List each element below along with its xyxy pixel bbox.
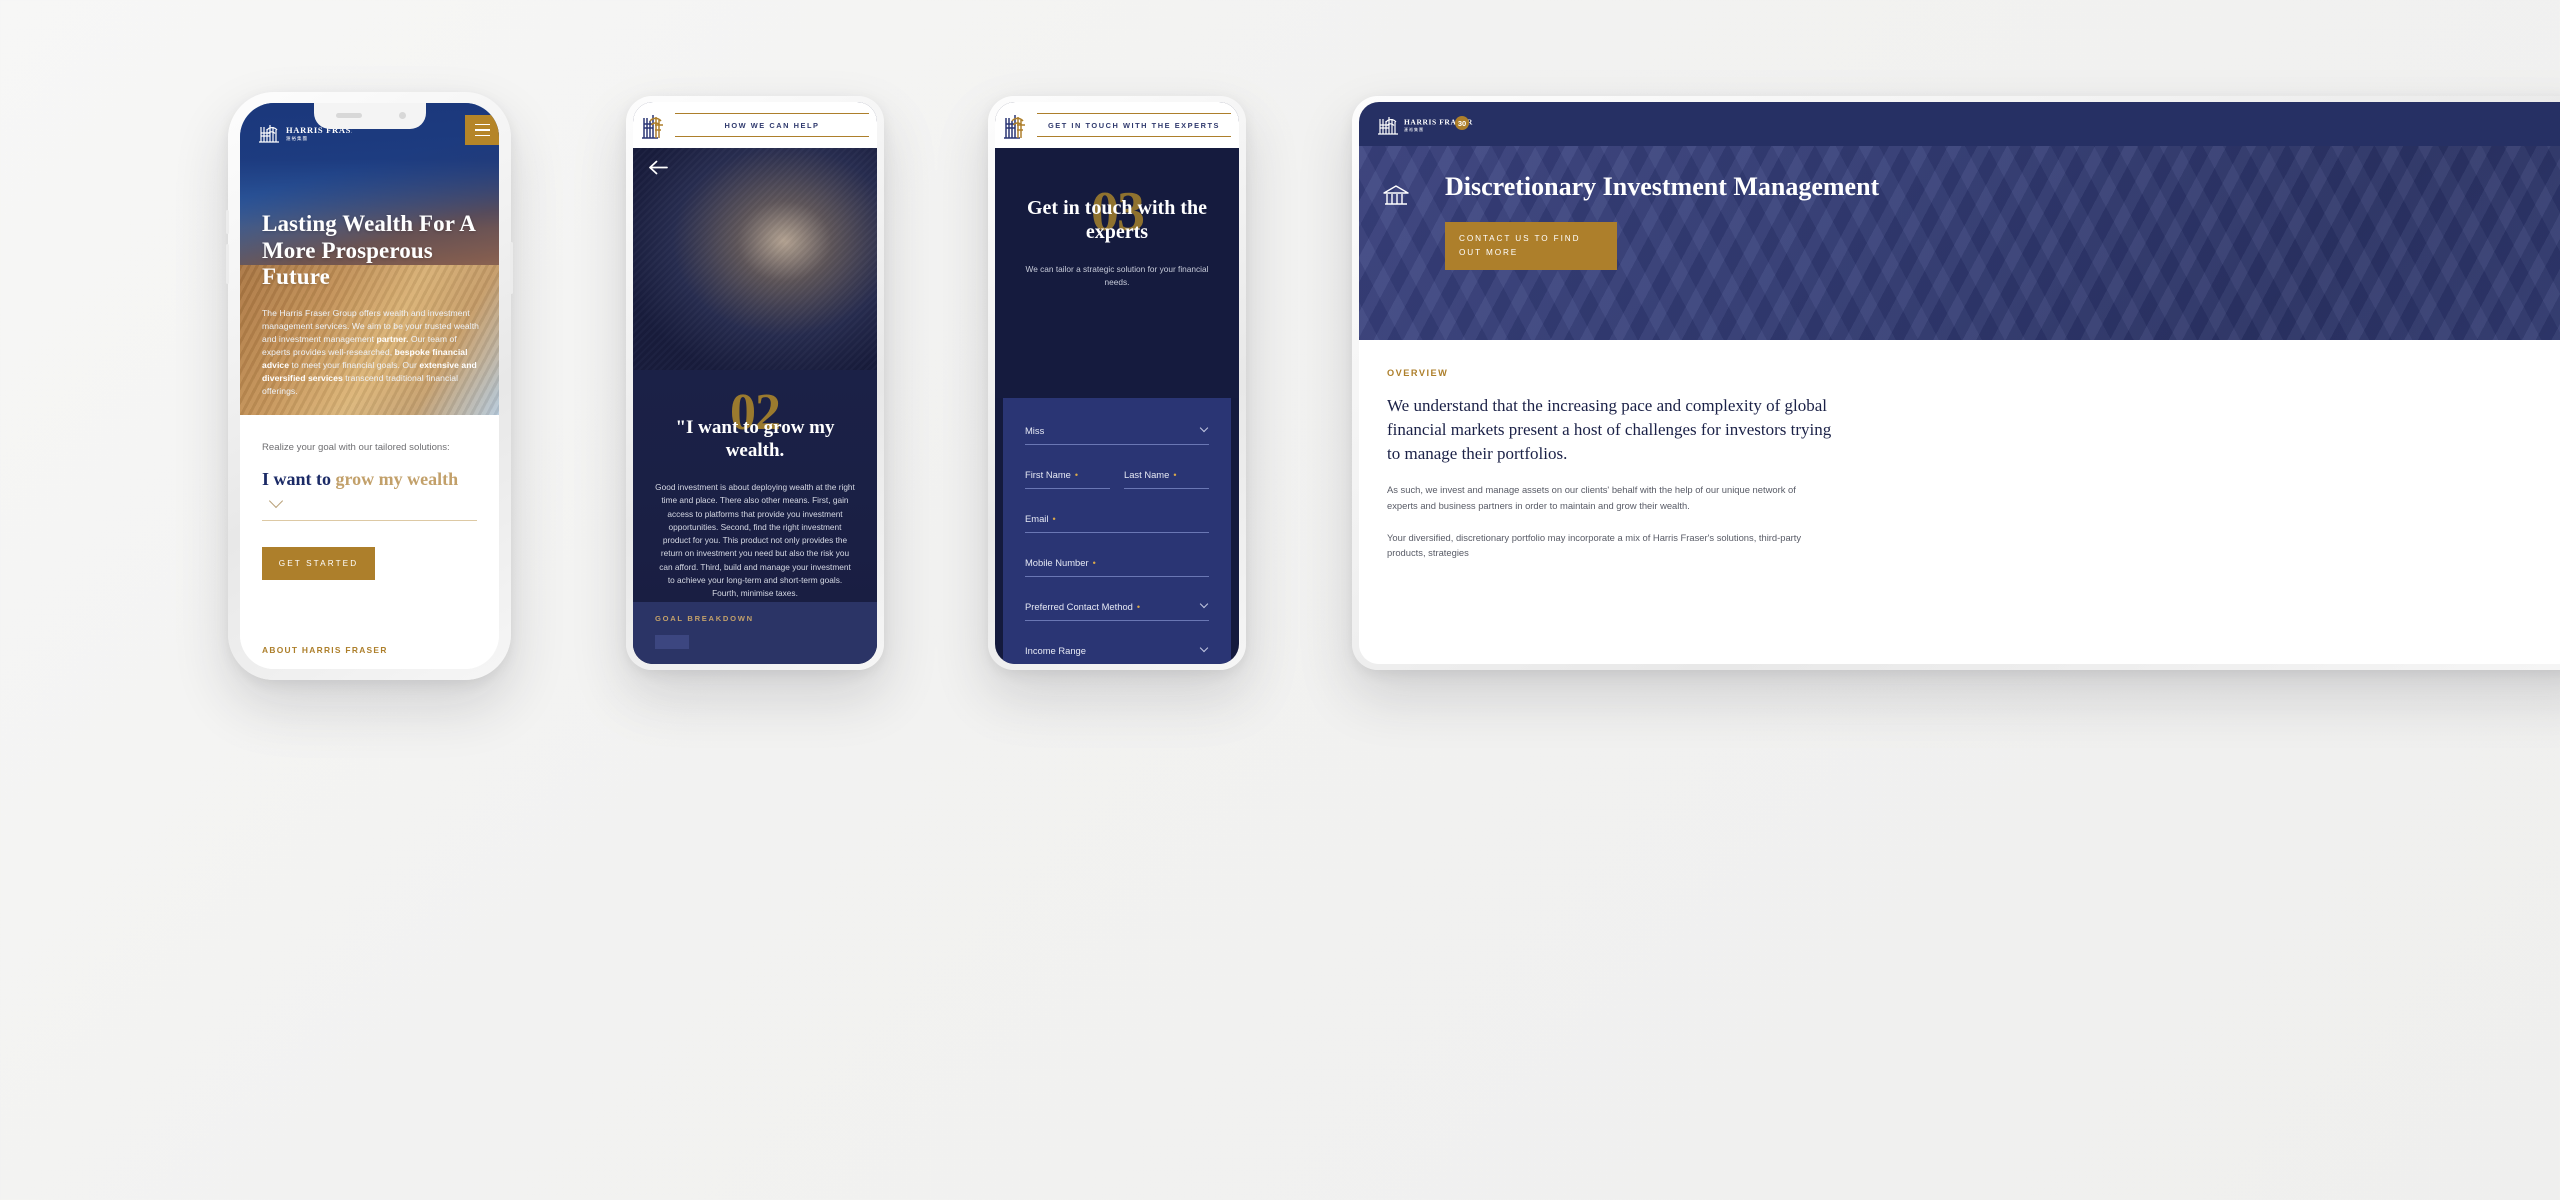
goal-breakdown-bar [655,635,689,649]
goal-choice[interactable]: I want to grow my wealth [262,469,477,490]
anniversary-badge: 30 [1458,119,1466,128]
phone-notch [313,103,426,129]
svg-text:滙裕集團: 滙裕集團 [286,135,308,142]
first-name-field[interactable]: First Name • [1025,466,1110,489]
harris-fraser-logo[interactable] [641,110,667,140]
service-title: Discretionary Investment Management [1445,172,1880,201]
chevron-down-icon[interactable] [268,493,284,508]
chevron-down-icon [1199,643,1209,653]
top-navigation-bar: HARRIS FRASER 滙裕集團 30 [1359,102,2560,146]
overview-paragraph-1: As such, we invest and manage assets on … [1387,484,1796,511]
page-header-bar: HOW WE CAN HELP [633,102,877,148]
arrow-left-icon[interactable] [649,160,668,180]
goal-selector-card: Realize your goal with our tailored solu… [240,415,499,669]
goal-quote: "I want to grow my wealth. [675,417,835,462]
hamburger-line [474,129,490,131]
service-hero: Discretionary Investment Management CONT… [1359,146,2560,340]
goal-choice-prefix: I want to [262,468,332,489]
overview-label: OVERVIEW [1387,368,1449,378]
phone-mockup-contact: GET IN TOUCH WITH THE EXPERTS 03 Get in … [988,96,1246,670]
contact-form: Miss First Name • Last Name • Email • Mo… [1003,398,1231,664]
goal-label: Realize your goal with our tailored solu… [262,442,450,453]
required-marker: • [1074,469,1078,480]
overview-lead: We understand that the increasing pace a… [1387,396,1832,464]
chevron-down-icon [1199,423,1209,433]
phone-mockup-service: HARRIS FRASER 滙裕集團 30 Discretionary Inve… [1352,96,2560,670]
field-label: Mobile Number [1025,557,1089,568]
goal-breakdown-section[interactable]: GOAL BREAKDOWN [633,602,877,664]
harris-fraser-logo[interactable]: HARRIS FRASER 滙裕集團 30 [1373,112,1477,136]
phone3-screen: GET IN TOUCH WITH THE EXPERTS 03 Get in … [995,102,1239,664]
overview-section: OVERVIEW We understand that the increasi… [1359,340,2560,664]
header-label: HOW WE CAN HELP [724,120,820,130]
get-started-button[interactable]: GET STARTED [262,546,375,580]
harris-fraser-logo[interactable] [1003,110,1029,140]
svg-text:滙裕集團: 滙裕集團 [1404,126,1424,132]
hero-text-block: Lasting Wealth For A More Prosperous Fut… [262,211,479,398]
phone2-screen: HOW WE CAN HELP 02 "I want to grow my we… [633,102,877,664]
header-label-frame: HOW WE CAN HELP [675,112,869,138]
chevron-down-icon [1199,599,1209,609]
phone-mockup-goal: HOW WE CAN HELP 02 "I want to grow my we… [626,96,884,670]
hero-paragraph: The Harris Fraser Group offers wealth an… [262,308,479,397]
goal-description: Good investment is about deploying wealt… [655,482,855,599]
required-marker: • [1173,469,1177,480]
contact-hero: 03 Get in touch with the experts We can … [995,148,1239,398]
page-title: Lasting Wealth For A More Prosperous Fut… [262,211,475,290]
hamburger-line [474,123,490,126]
divider [262,519,477,521]
last-name-field[interactable]: Last Name • [1124,466,1209,489]
about-harris-fraser-link[interactable]: ABOUT HARRIS FRASER [262,645,388,655]
volume-up-button[interactable] [226,210,229,234]
required-marker: • [1092,557,1096,568]
phone4-screen: HARRIS FRASER 滙裕集團 30 Discretionary Inve… [1359,102,2560,664]
field-label: Email [1025,513,1049,524]
hamburger-line [474,134,490,137]
required-marker: • [1136,601,1141,612]
field-label: First Name [1025,469,1071,480]
contact-title: Get in touch with the experts [1027,197,1207,244]
hamburger-menu-button[interactable] [465,115,499,145]
required-marker: • [1052,513,1056,524]
hero-photo [633,148,877,370]
header-rule-bottom [1037,136,1231,138]
income-range-select[interactable]: Income Range [1025,642,1209,664]
overview-paragraph-2: Your diversified, discretionary portfoli… [1387,531,1802,559]
name-row: First Name • Last Name • [1025,466,1209,510]
volume-down-button[interactable] [226,244,229,284]
bank-building-icon [1383,184,1409,211]
emphasis-text: extensive and diversified services [262,360,477,384]
field-label: Last Name [1124,469,1170,480]
header-label: GET IN TOUCH WITH THE EXPERTS [1047,120,1221,130]
header-label-frame: GET IN TOUCH WITH THE EXPERTS [1037,112,1231,138]
header-rule-bottom [675,136,869,138]
phone1-screen: HARRIS FRASER 滙裕集團 Lasting Wealth For A … [240,103,499,669]
title-select[interactable]: Miss [1025,422,1209,445]
phone-mockup-home: HARRIS FRASER 滙裕集團 Lasting Wealth For A … [226,92,513,680]
goal-choice-highlight: grow my wealth [335,468,459,489]
emphasis-text: partner. [376,334,409,345]
page-header-bar: GET IN TOUCH WITH THE EXPERTS [995,102,1239,148]
field-label: Preferred Contact Method [1025,601,1133,612]
mobile-number-field[interactable]: Mobile Number • [1025,554,1209,577]
power-button[interactable] [510,242,513,294]
field-label: Miss [1025,425,1045,436]
contact-subtitle: We can tailor a strategic solution for y… [1025,263,1209,287]
contact-us-button[interactable]: CONTACT US TO FIND OUT MORE [1445,222,1617,271]
field-label: Income Range [1025,645,1086,656]
preferred-contact-method-select[interactable]: Preferred Contact Method • [1025,598,1209,621]
email-field[interactable]: Email • [1025,510,1209,533]
goal-breakdown-label: GOAL BREAKDOWN [655,614,754,623]
